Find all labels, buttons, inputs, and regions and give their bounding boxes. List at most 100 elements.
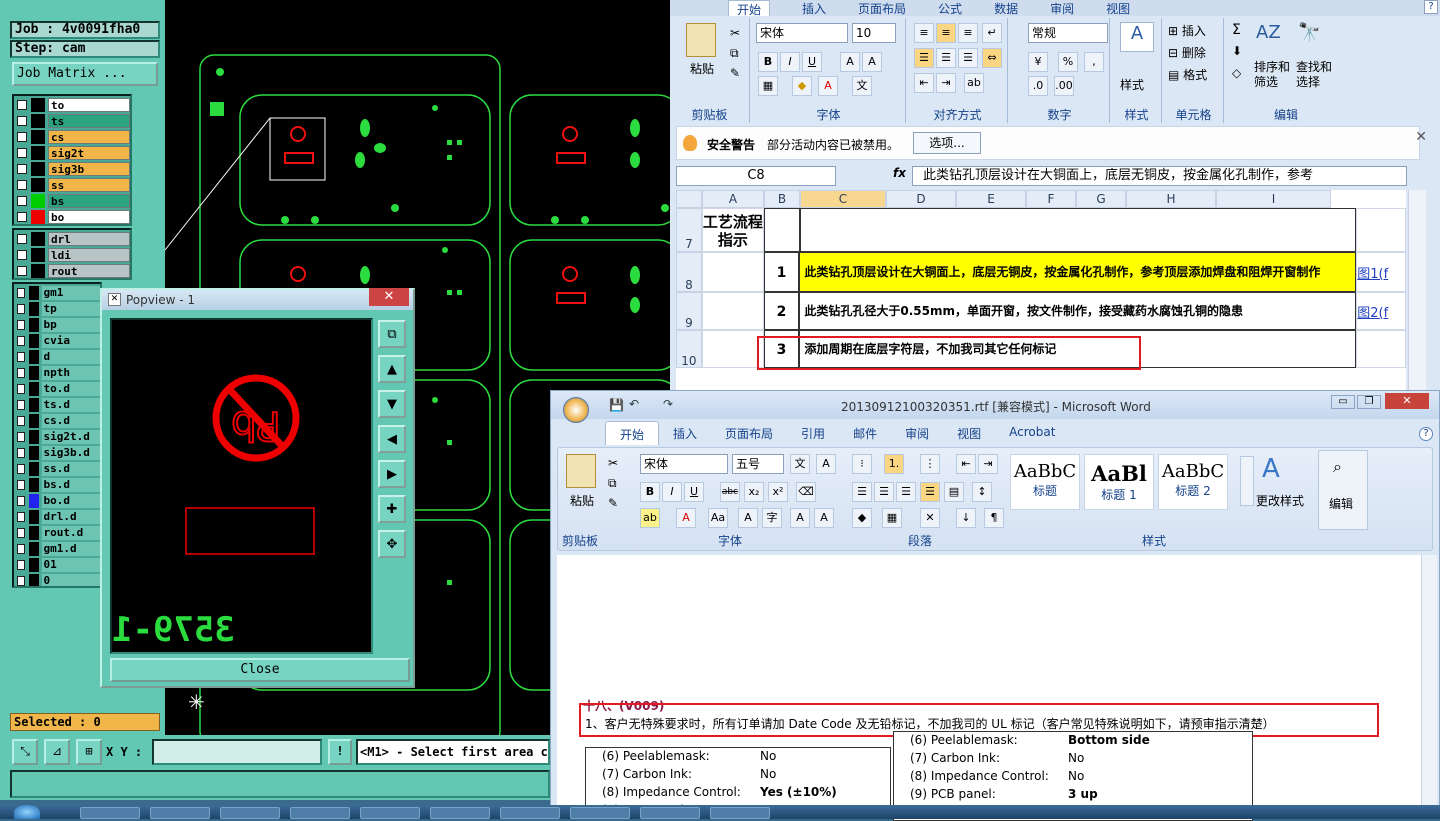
popview-canvas[interactable]: Pb 3579-1 (110, 318, 373, 654)
word-bold-icon[interactable]: B (640, 482, 660, 502)
format-cells-button[interactable]: ▤ 格式 (1168, 66, 1207, 83)
pan-left-icon[interactable]: ◀ (378, 425, 406, 453)
taskbar-item-9[interactable] (640, 807, 700, 819)
layer-row[interactable]: bo.d (14, 493, 100, 509)
layer-row[interactable]: drl (14, 231, 130, 247)
copy-icon[interactable]: ⧉ (730, 46, 739, 61)
word-cut-icon[interactable]: ✂ (608, 456, 618, 470)
bullets-icon[interactable]: ⁝ (852, 454, 872, 474)
column-header[interactable]: I (1216, 190, 1331, 208)
link-cell[interactable]: 图1(f (1356, 252, 1406, 292)
excel-vertical-scrollbar[interactable] (1408, 190, 1426, 400)
close-warning-icon[interactable]: ✕ (1415, 129, 1427, 145)
cell[interactable] (799, 208, 1357, 252)
taskbar-item-3[interactable] (220, 807, 280, 819)
word-close-icon[interactable]: ✕ (1385, 393, 1429, 409)
column-header[interactable]: H (1126, 190, 1216, 208)
italic-icon[interactable]: I (780, 52, 800, 72)
percent-icon[interactable]: % (1058, 52, 1078, 72)
column-header[interactable]: C (800, 190, 886, 208)
find-select-button[interactable]: 查找和 选择 (1296, 60, 1332, 90)
change-styles-button[interactable]: 更改样式 (1256, 492, 1304, 509)
excel-tab[interactable]: 审阅 (1050, 0, 1074, 16)
style-option[interactable]: AaBl 标题 1 (1084, 454, 1154, 510)
layer-checkbox[interactable] (17, 164, 27, 174)
word-font-name-select[interactable]: 宋体 (640, 454, 728, 474)
shading-icon[interactable]: ◆ (852, 508, 872, 528)
increase-decimal-icon[interactable]: .0 (1028, 76, 1048, 96)
redo-icon[interactable]: ↷ (663, 397, 673, 411)
zoom-in-icon[interactable]: ✚ (378, 495, 406, 523)
layer-row[interactable]: ss.d (14, 461, 100, 477)
taskbar-item-7[interactable] (500, 807, 560, 819)
cell[interactable] (701, 292, 764, 330)
underline-icon[interactable]: U (802, 52, 822, 72)
column-header[interactable]: A (702, 190, 764, 208)
layer-checkbox[interactable] (17, 336, 25, 346)
layer-checkbox[interactable] (17, 544, 25, 554)
phonetic-icon[interactable]: 文 (852, 76, 872, 96)
decrease-indent-icon[interactable]: ⇤ (914, 73, 934, 93)
currency-icon[interactable]: ¥ (1028, 52, 1048, 72)
word-shrink-font-icon[interactable]: A (814, 508, 834, 528)
fill-icon[interactable]: ⬇ (1232, 44, 1242, 58)
layer-checkbox[interactable] (17, 416, 25, 426)
layer-row[interactable]: ts.d (14, 397, 100, 413)
taskbar-item-10[interactable] (710, 807, 770, 819)
paste-label[interactable]: 粘贴 (690, 60, 714, 77)
word-format-painter-icon[interactable]: ✎ (608, 496, 618, 510)
align-right-icon[interactable]: ☰ (958, 48, 978, 68)
word-align-center-icon[interactable]: ☰ (874, 482, 894, 502)
word-vertical-scrollbar[interactable] (1421, 555, 1437, 819)
distribute-icon[interactable]: ▤ (944, 482, 964, 502)
word-italic-icon[interactable]: I (662, 482, 682, 502)
word-tab[interactable]: Acrobat (995, 421, 1069, 445)
subscript-icon[interactable]: x₂ (744, 482, 764, 502)
layer-checkbox[interactable] (17, 180, 27, 190)
layer-checkbox[interactable] (17, 384, 25, 394)
zoom-fit-icon[interactable]: ⧉ (378, 320, 406, 348)
align-center-icon[interactable]: ☰ (936, 48, 956, 68)
cut-icon[interactable]: ✂ (730, 26, 740, 40)
cell[interactable]: 1 (763, 252, 800, 292)
layer-checkbox[interactable] (17, 448, 25, 458)
layer-checkbox[interactable] (17, 132, 27, 142)
layer-checkbox[interactable] (17, 250, 27, 260)
command-line[interactable] (10, 770, 550, 798)
superscript-icon[interactable]: x² (768, 482, 788, 502)
font-size-select[interactable]: 10 (852, 23, 896, 43)
word-increase-indent-icon[interactable]: ⇥ (978, 454, 998, 474)
bold-icon[interactable]: B (758, 52, 778, 72)
highlight-icon[interactable]: ab (640, 508, 660, 528)
office-button-icon[interactable] (563, 397, 589, 423)
security-options-button[interactable]: 选项... (913, 132, 981, 154)
align-bottom-icon[interactable]: ≡ (958, 23, 978, 43)
column-header[interactable]: G (1076, 190, 1126, 208)
layer-checkbox[interactable] (17, 368, 25, 378)
layer-row[interactable]: sig2t (14, 145, 130, 161)
align-top-icon[interactable]: ≡ (914, 23, 934, 43)
sort-filter-button[interactable]: 排序和 筛选 (1254, 60, 1290, 90)
zoom-out-icon[interactable]: ✥ (378, 530, 406, 558)
cell[interactable]: 2 (763, 292, 800, 330)
word-help-icon[interactable]: ? (1419, 427, 1433, 441)
multilevel-icon[interactable]: ⋮ (920, 454, 940, 474)
font-name-select[interactable]: 宋体 (756, 23, 848, 43)
cell[interactable]: 工艺流程 指示 (701, 208, 764, 252)
change-styles-icon[interactable]: A (1262, 454, 1280, 484)
word-tab[interactable]: 引用 (787, 421, 839, 445)
style-option[interactable]: AaBbC 标题 (1010, 454, 1080, 510)
word-paste-label[interactable]: 粘贴 (570, 492, 594, 509)
shrink-font-icon[interactable]: A (862, 52, 882, 72)
layer-checkbox[interactable] (17, 512, 25, 522)
word-underline-icon[interactable]: U (684, 482, 704, 502)
zoom-area-icon[interactable]: ⤡ (12, 739, 38, 765)
word-font-color-icon[interactable]: A (676, 508, 696, 528)
cell[interactable] (763, 208, 800, 252)
pan-down-icon[interactable]: ▼ (378, 390, 406, 418)
show-marks-icon[interactable]: ¶ (984, 508, 1004, 528)
layer-checkbox[interactable] (17, 560, 25, 570)
excel-tab[interactable]: 公式 (938, 0, 962, 16)
layer-row[interactable]: rout.d (14, 525, 100, 541)
layer-row[interactable]: cs (14, 129, 130, 145)
